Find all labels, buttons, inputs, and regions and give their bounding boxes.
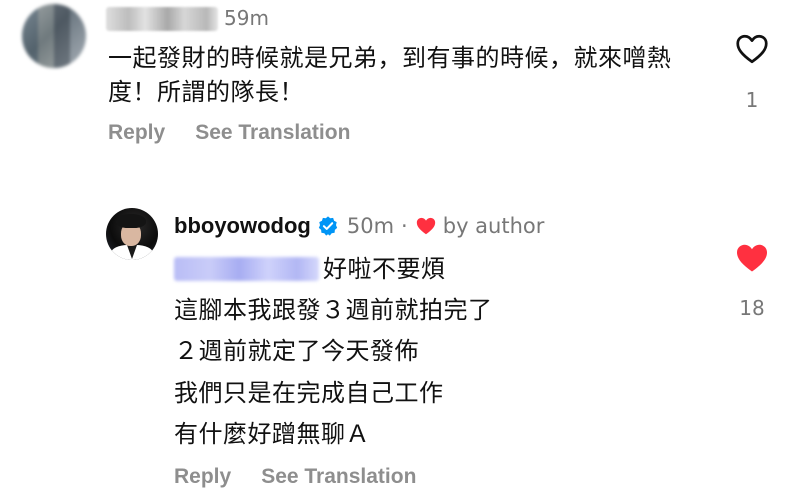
comment-time: 50m [346, 214, 395, 238]
username-blurred[interactable] [106, 7, 218, 31]
verified-badge-icon [318, 216, 338, 236]
avatar-blurred[interactable] [22, 4, 86, 68]
comment-line: 我們只是在完成自己工作 [174, 379, 444, 407]
see-translation-button[interactable]: See Translation [195, 121, 350, 144]
comment-actions: Reply See Translation [108, 121, 350, 145]
like-count: 18 [739, 296, 765, 320]
comment-text: 一起發財的時候就是兄弟，到有事的時候，就來噌熱度！所謂的隊長！ [108, 44, 672, 106]
liked-by-author-heart-icon [416, 217, 435, 235]
reply-button[interactable]: Reply [174, 465, 231, 488]
reply-button[interactable]: Reply [108, 121, 165, 144]
comment-time: 59m [224, 6, 269, 30]
liked-by-author-label: by author [442, 214, 545, 238]
comment-line: ２週前就定了今天發佈 [174, 337, 419, 365]
heart-outline-icon[interactable] [734, 31, 770, 67]
see-translation-button[interactable]: See Translation [261, 465, 416, 488]
comment-line: 好啦不要煩 [323, 255, 446, 283]
comment-header: bboyowodog 50m · by author [174, 210, 544, 242]
separator-dot: · [401, 214, 408, 238]
heart-filled-icon[interactable] [734, 240, 770, 276]
comment-actions: Reply See Translation [174, 465, 416, 489]
like-count: 1 [745, 88, 759, 112]
mention-blurred[interactable] [174, 257, 319, 281]
username[interactable]: bboyowodog [174, 213, 311, 239]
comment-line: 有什麼好蹭無聊Ａ [174, 420, 370, 448]
avatar[interactable] [106, 208, 158, 260]
comment-line: 這腳本我跟發３週前就拍完了 [174, 296, 493, 324]
